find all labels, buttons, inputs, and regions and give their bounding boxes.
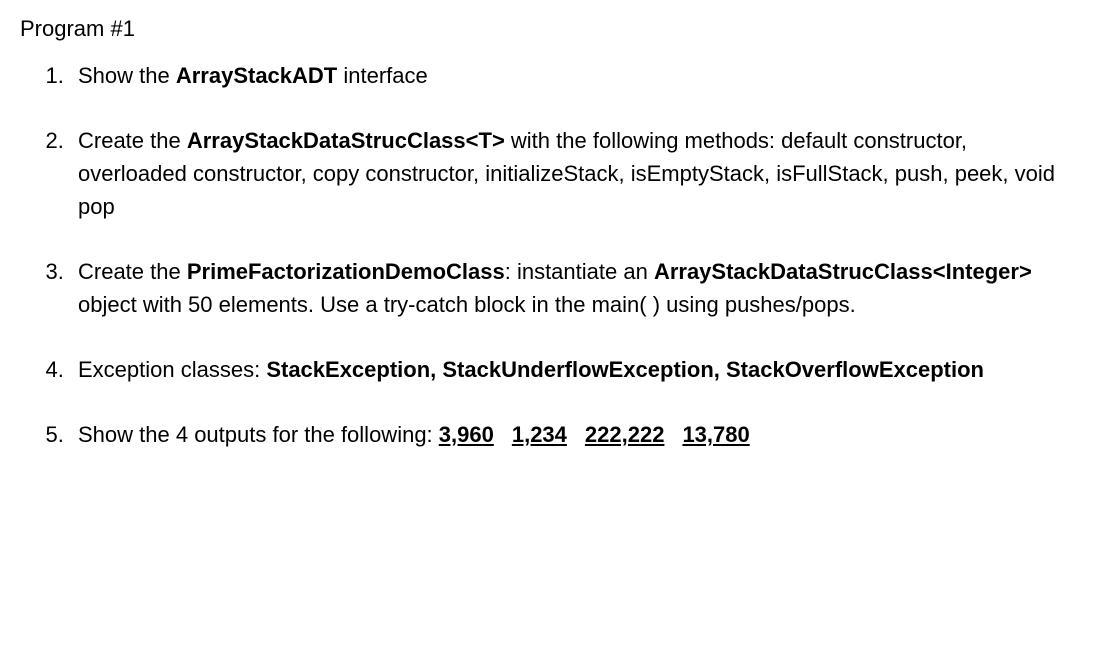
body-text: Create the [78,128,187,153]
list-item: Create the ArrayStackDataStrucClass<T> w… [70,124,1074,223]
bold-text: ArrayStackDataStrucClass<T> [187,128,505,153]
body-text: : instantiate an [505,259,654,284]
list-item: Create the PrimeFactorizationDemoClass: … [70,255,1074,321]
instruction-list: Show the ArrayStackADT interface Create … [20,59,1074,451]
bold-text: ArrayStackADT [176,63,337,88]
body-text: Exception classes: [78,357,266,382]
list-item: Show the ArrayStackADT interface [70,59,1074,92]
bold-text: PrimeFactorizationDemoClass [187,259,505,284]
body-text: object with 50 elements. Use a try-catch… [78,292,856,317]
output-number: 13,780 [682,418,749,451]
bold-text: ArrayStackDataStrucClass<Integer> [654,259,1032,284]
program-title: Program #1 [20,12,1074,45]
output-number: 1,234 [512,418,567,451]
bold-text: StackException, StackUnderflowException,… [266,357,984,382]
list-item: Show the 4 outputs for the following: 3,… [70,418,1074,451]
body-text: Create the [78,259,187,284]
body-text: Show the 4 outputs for the following: [78,422,439,447]
list-item: Exception classes: StackException, Stack… [70,353,1074,386]
output-number: 222,222 [585,418,665,451]
output-number: 3,960 [439,418,494,451]
body-text: interface [337,63,428,88]
body-text: Show the [78,63,176,88]
